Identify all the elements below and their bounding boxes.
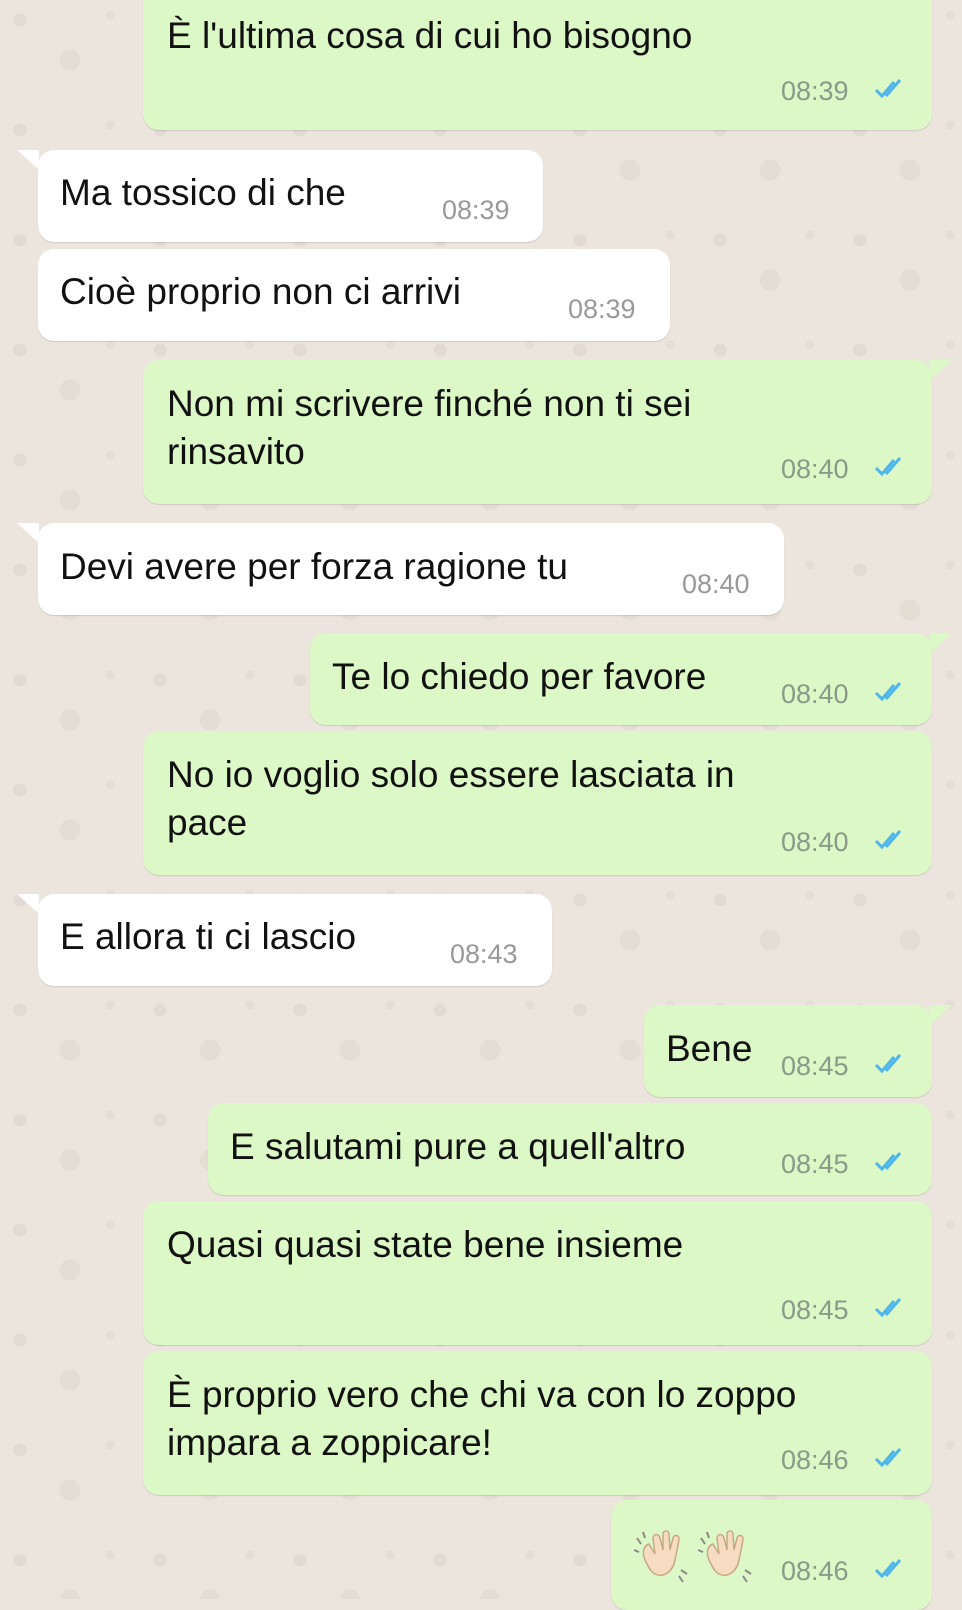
message-text: E salutami pure a quell'altro bbox=[230, 1126, 686, 1167]
waving-hand-icon bbox=[697, 1530, 752, 1583]
message-bubble-incoming[interactable]: Ma tossico di che 08:39 bbox=[38, 150, 543, 242]
message-text: Ma tossico di che bbox=[60, 172, 346, 213]
message-text-line: Non mi scrivere finché non ti sei bbox=[167, 383, 692, 424]
message-time: 08:40 bbox=[781, 827, 849, 857]
message-text: Bene bbox=[666, 1028, 753, 1069]
message-text-line: No io voglio solo essere lasciata in bbox=[167, 754, 735, 795]
message-time: 08:45 bbox=[781, 1051, 849, 1081]
message-bubble-outgoing-emoji[interactable]: 08:46 bbox=[611, 1500, 932, 1610]
bubble-tail bbox=[17, 894, 39, 914]
chat-message-list[interactable]: È l'ultima cosa di cui ho bisogno 08:39 … bbox=[0, 0, 962, 1610]
message-bubble-outgoing[interactable]: Bene 08:45 bbox=[644, 1005, 932, 1097]
message-text: E allora ti ci lascio bbox=[60, 916, 357, 957]
message-time: 08:39 bbox=[781, 76, 849, 106]
message-text-line: rinsavito bbox=[167, 431, 305, 472]
bubble-tail bbox=[17, 523, 39, 543]
read-receipt-icon bbox=[874, 1298, 902, 1318]
message-time: 08:40 bbox=[682, 569, 750, 599]
message-time: 08:40 bbox=[781, 454, 849, 484]
message-time: 08:39 bbox=[568, 294, 636, 324]
read-receipt-icon bbox=[874, 457, 902, 477]
message-bubble-incoming[interactable]: Cioè proprio non ci arrivi 08:39 bbox=[38, 249, 670, 341]
message-text-line: impara a zoppicare! bbox=[167, 1422, 492, 1463]
message-text: Cioè proprio non ci arrivi bbox=[60, 271, 462, 312]
message-bubble-outgoing[interactable]: Quasi quasi state bene insieme 08:45 bbox=[143, 1201, 932, 1345]
read-receipt-icon bbox=[874, 1152, 902, 1172]
message-bubble-incoming[interactable]: E allora ti ci lascio 08:43 bbox=[38, 894, 552, 986]
message-text: Quasi quasi state bene insieme bbox=[167, 1224, 684, 1265]
read-receipt-icon bbox=[874, 1054, 902, 1074]
message-time: 08:43 bbox=[450, 939, 518, 969]
message-time: 08:46 bbox=[781, 1556, 849, 1586]
waving-hand-icon bbox=[633, 1530, 688, 1583]
message-text: È l'ultima cosa di cui ho bisogno bbox=[167, 15, 693, 56]
message-text: Te lo chiedo per favore bbox=[332, 656, 707, 697]
message-time: 08:39 bbox=[442, 195, 510, 225]
message-time: 08:45 bbox=[781, 1149, 849, 1179]
message-bubble-outgoing[interactable]: No io voglio solo essere lasciata in pac… bbox=[143, 731, 932, 875]
message-time: 08:45 bbox=[781, 1295, 849, 1325]
bubble-tail bbox=[17, 150, 39, 170]
message-bubble-outgoing[interactable]: E salutami pure a quell'altro 08:45 bbox=[208, 1103, 932, 1195]
message-text-line: pace bbox=[167, 802, 248, 843]
message-bubble-incoming[interactable]: Devi avere per forza ragione tu 08:40 bbox=[38, 523, 784, 615]
message-time: 08:46 bbox=[781, 1445, 849, 1475]
message-bubble-outgoing[interactable]: È proprio vero che chi va con lo zoppo i… bbox=[143, 1351, 932, 1495]
read-receipt-icon bbox=[874, 79, 902, 99]
message-bubble-outgoing[interactable]: È l'ultima cosa di cui ho bisogno 08:39 bbox=[143, 0, 932, 130]
bubble-tail bbox=[930, 633, 952, 653]
read-receipt-icon bbox=[874, 1448, 902, 1468]
message-text-line: È proprio vero che chi va con lo zoppo bbox=[167, 1374, 797, 1415]
read-receipt-icon bbox=[874, 682, 902, 702]
message-bubble-outgoing[interactable]: Te lo chiedo per favore 08:40 bbox=[310, 633, 932, 725]
read-receipt-icon bbox=[874, 830, 902, 850]
read-receipt-icon bbox=[874, 1559, 902, 1579]
message-time: 08:40 bbox=[781, 679, 849, 709]
bubble-tail bbox=[930, 1005, 952, 1025]
message-bubble-outgoing[interactable]: Non mi scrivere finché non ti sei rinsav… bbox=[143, 360, 932, 504]
bubble-tail bbox=[930, 360, 952, 380]
message-text: Devi avere per forza ragione tu bbox=[60, 546, 568, 587]
